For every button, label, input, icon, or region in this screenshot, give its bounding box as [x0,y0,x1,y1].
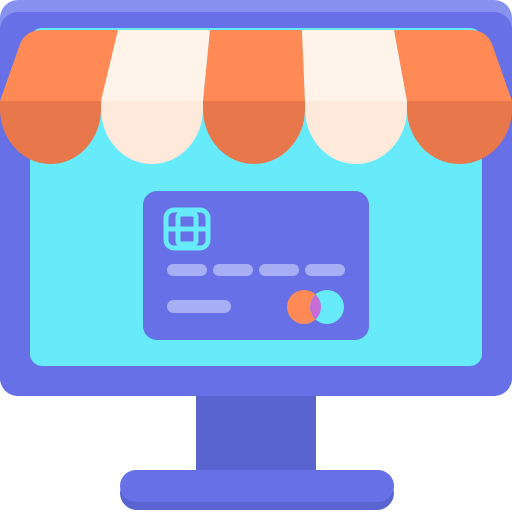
card-name-stripe [167,300,231,313]
credit-card-icon [143,191,369,340]
awning-stripe-4 [302,30,407,164]
awning-stripe-top [101,30,210,101]
shop-awning-icon [0,30,512,164]
online-store-illustration [0,0,512,512]
awning-stripe-top [302,30,407,101]
card-network-logo-icon [287,290,344,324]
online-store-monitor-icon [0,0,512,510]
monitor-base [120,470,394,502]
awning-stripe-3 [203,30,305,164]
awning-stripe-top [203,30,305,101]
